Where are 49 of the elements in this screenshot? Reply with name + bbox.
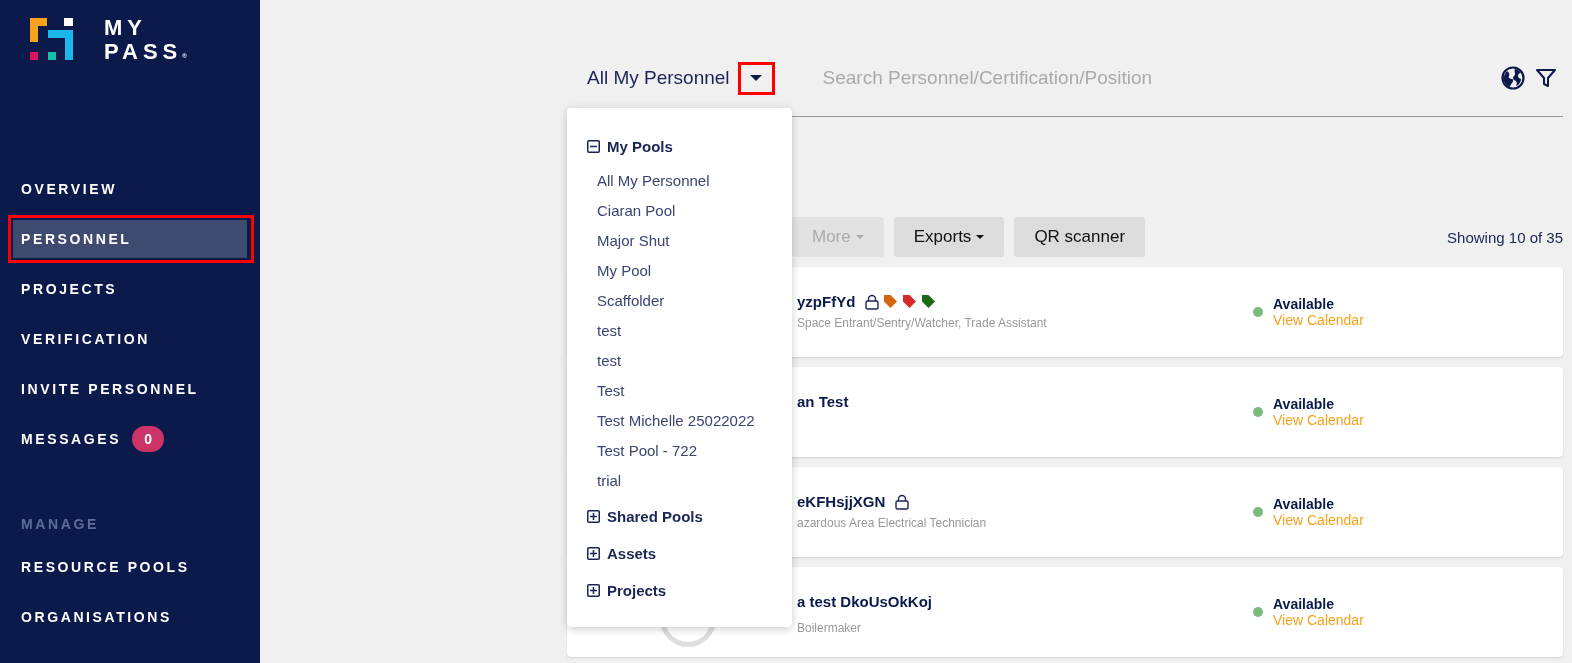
pool-name: All My Personnel [587, 67, 730, 89]
pool-item[interactable]: trial [597, 466, 622, 496]
globe-icon[interactable] [1501, 66, 1525, 90]
collapse-icon[interactable] [587, 139, 600, 153]
count-badge: 0 [132, 426, 164, 452]
status-label: Available [1273, 496, 1335, 512]
pool-item[interactable]: Major Shut [597, 226, 670, 256]
pool-item[interactable]: Scaffolder [597, 286, 665, 316]
nav-item[interactable]: INVITE PERSONNEL [13, 370, 207, 408]
nav-item[interactable]: OVERVIEW [13, 170, 125, 208]
person-roles: Boilermaker [797, 621, 863, 635]
nav-item[interactable]: ORGANISATIONS [13, 598, 180, 636]
section-heading: MANAGE [20, 515, 100, 534]
search-field[interactable]: Search Personnel/Certification/Position [820, 66, 1501, 90]
group-label: Shared Pools [607, 508, 703, 525]
expand-icon[interactable] [587, 547, 600, 560]
status-label: Available [1273, 296, 1335, 312]
toolbar-button[interactable]: Exports [893, 217, 1005, 257]
group-label: My Pools [607, 137, 673, 155]
person-roles: azardous Area Electrical Technician [797, 516, 988, 530]
person-name: eKFHsjjXGN [797, 493, 886, 510]
pool-item[interactable]: Test Michelle 25022022 [597, 406, 755, 436]
logo-icon [28, 16, 76, 62]
result-count: Showing 10 of 35 [1447, 228, 1563, 246]
toolbar-button[interactable]: QR scanner [1014, 217, 1146, 257]
expand-icon[interactable] [587, 510, 600, 523]
logo-text: MY [104, 16, 148, 40]
filter-icon[interactable] [1535, 67, 1557, 89]
status-label: Available [1273, 396, 1335, 412]
logo-text: PASS [104, 40, 183, 64]
person-roles: Space Entrant/Sentry/Watcher, Trade Assistant [797, 316, 1048, 330]
person-name: yzpFfYd [797, 293, 856, 310]
pool-item[interactable]: Test [597, 376, 625, 406]
nav-item[interactable]: PROJECTS [13, 270, 126, 308]
dropdown-button[interactable] [737, 61, 775, 95]
pool-item[interactable]: Ciaran Pool [597, 196, 676, 226]
status-label: Available [1273, 596, 1335, 612]
nav-item[interactable]: MESSAGES [13, 420, 130, 458]
pool-item[interactable]: All My Personnel [597, 166, 710, 196]
nav-item[interactable]: RESOURCE POOLS [13, 548, 198, 586]
group-label: Projects [607, 582, 667, 599]
person-name: a test DkoUsOkKoj [797, 593, 933, 610]
person-name: an Test [797, 393, 849, 410]
nav-item[interactable]: VERIFICATION [13, 320, 158, 358]
group-header[interactable]: Projects [587, 572, 667, 609]
group-header[interactable]: My Pools [587, 134, 673, 158]
expand-icon[interactable] [587, 584, 600, 597]
group-header[interactable]: Shared Pools [587, 498, 703, 535]
pool-item[interactable]: test [597, 316, 622, 346]
